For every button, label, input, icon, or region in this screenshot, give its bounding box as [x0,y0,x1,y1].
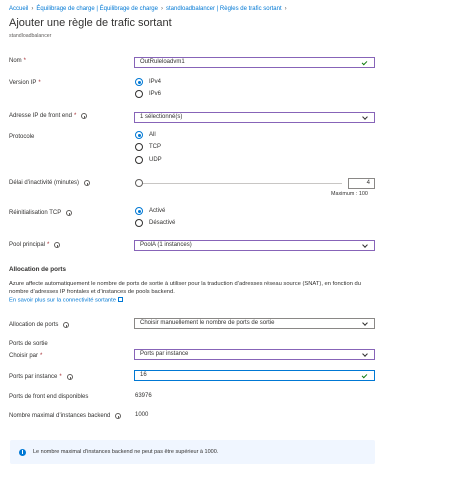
frontend-ip-label: Adresse IP de front end * [9,113,88,119]
required-asterisk: * [59,374,62,380]
radio-protocol-udp[interactable]: UDP [135,156,162,164]
breadcrumb-home[interactable]: Accueil [9,6,28,12]
radio-protocol-udp-label: UDP [149,157,162,163]
max-backend-instances-label: Nombre maximal d’instances backend [9,413,122,419]
name-input[interactable]: OutRuleloadvm1 [134,57,375,68]
radio-ipv6[interactable]: IPv6 [135,90,161,98]
port-allocation-label: Allocation de ports [9,322,70,328]
radio-protocol-tcp[interactable]: TCP [135,143,161,151]
required-asterisk: * [40,353,43,359]
frontend-ip-dropdown[interactable]: 1 sélectionné(s) [134,112,375,123]
backend-pool-dropdown[interactable]: PoolA (1 instances) [134,240,375,251]
radio-ipv4[interactable]: IPv4 [135,78,161,86]
available-frontend-ports-label: Ports de front end disponibles [9,394,89,400]
external-link-icon [117,297,123,302]
chevron-down-icon [362,113,368,120]
idle-timeout-slider-handle[interactable] [135,179,143,187]
name-label: Nom * [9,58,27,64]
radio-ipv4-label: IPv4 [149,79,162,85]
required-asterisk: * [73,113,77,119]
radio-unselected-icon [135,143,143,151]
info-icon[interactable] [63,322,70,328]
chevron-down-icon [362,319,368,326]
port-allocation-value: Choisir manuellement le nombre de ports … [140,320,275,326]
radio-unselected-icon [135,156,143,164]
name-input-value: OutRuleloadvm1 [140,59,185,65]
max-backend-instances-value: 1000 [135,412,149,418]
radio-protocol-all-label: All [149,132,156,138]
chevron-down-icon [362,241,368,248]
radio-unselected-icon [135,90,143,98]
backend-pool-value: PoolA (1 instances) [140,242,192,248]
chevron-right-icon: › [31,6,34,12]
port-allocation-heading: Allocation de ports [9,266,67,273]
chevron-down-icon [362,350,368,357]
radio-tcp-reset-enabled[interactable]: Activé [135,207,165,215]
available-frontend-ports-value: 63976 [135,393,152,399]
radio-protocol-tcp-label: TCP [149,144,161,150]
info-filled-icon [19,448,26,456]
backend-pool-label: Pool principal * [9,242,61,248]
idle-timeout-slider-track[interactable] [139,183,342,184]
required-asterisk: * [23,58,27,64]
checkmark-icon [361,59,368,65]
radio-protocol-all[interactable]: All [135,131,156,139]
radio-tcp-reset-disabled[interactable]: Désactivé [135,219,175,227]
info-icon[interactable] [54,242,61,248]
choose-by-label: Choisir par * [9,353,43,359]
radio-tcp-reset-enabled-label: Activé [149,208,166,214]
checkmark-icon [361,372,368,378]
idle-timeout-value-input[interactable]: 4 [348,178,375,189]
chevron-right-icon: › [284,6,287,12]
chevron-right-icon: › [160,6,163,12]
ports-per-instance-value: 16 [140,372,147,378]
protocol-label: Protocole [9,134,35,140]
outbound-ports-heading: Ports de sortie [9,341,48,347]
page-title: Ajouter une règle de trafic sortant [9,17,172,29]
port-allocation-dropdown[interactable]: Choisir manuellement le nombre de ports … [134,318,375,329]
required-asterisk: * [47,242,50,248]
radio-tcp-reset-disabled-label: Désactivé [149,220,176,226]
radio-unselected-icon [135,219,143,227]
ip-version-label: Version IP * [9,80,41,86]
info-message-text: Le nombre maximal d’instances backend ne… [33,449,219,455]
required-asterisk: * [38,80,41,86]
info-icon[interactable] [115,413,122,419]
radio-selected-icon [135,207,143,215]
idle-timeout-label: Délai d’inactivité (minutes) [9,180,91,186]
ports-per-instance-input[interactable]: 16 [134,370,375,381]
port-allocation-description: Azure affecte automatiquement le nombre … [9,281,361,296]
choose-by-dropdown[interactable]: Ports par instance [134,349,375,360]
info-icon[interactable] [66,374,73,380]
info-icon[interactable] [84,180,91,186]
info-icon[interactable] [66,210,73,216]
info-message-bar: Le nombre maximal d’instances backend ne… [10,440,375,464]
radio-selected-icon [135,131,143,139]
breadcrumb-load-balancing[interactable]: Équilibrage de charge | Équilibrage de c… [36,6,158,12]
choose-by-value: Ports par instance [140,351,189,357]
frontend-ip-value: 1 sélectionné(s) [140,114,183,120]
page-subtitle: standloadbalancer [9,33,52,39]
radio-ipv6-label: IPv6 [149,91,162,97]
learn-more-link[interactable]: En savoir plus sur la connectivité sorta… [9,297,123,304]
tcp-reset-label: Réinitialisation TCP [9,210,73,216]
info-icon[interactable] [81,113,88,119]
radio-selected-icon [135,78,143,86]
breadcrumb-outbound-rules[interactable]: standloadbalancer | Règles de trafic sor… [166,6,282,12]
idle-timeout-max-label: Maximum : 100 [331,191,368,197]
breadcrumb: Accueil › Équilibrage de charge | Équilibr… [9,6,290,12]
ports-per-instance-label: Ports par instance * [9,374,73,380]
